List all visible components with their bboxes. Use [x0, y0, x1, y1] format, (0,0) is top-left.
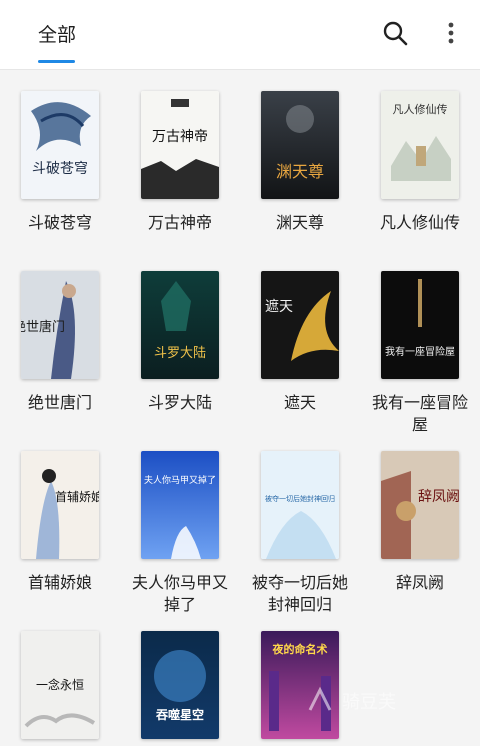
book-cover[interactable]: 被夺一切后她封神回归: [261, 451, 339, 559]
book-title[interactable]: 夫人你马甲又掉了: [120, 572, 240, 616]
cover-title: 绝世唐门: [21, 319, 65, 335]
book-item[interactable]: 凡人修仙传 凡人修仙传: [360, 91, 480, 234]
cover-title: 辞凤阙: [418, 489, 459, 505]
book-title[interactable]: 遮天: [240, 392, 360, 414]
cover-title: 一念永恒: [36, 677, 84, 692]
book-item[interactable]: 斗破苍穹 斗破苍穹: [0, 91, 120, 234]
book-cover[interactable]: 吞噬星空: [141, 631, 219, 739]
cover-title: 斗破苍穹: [32, 161, 88, 177]
more-vertical-icon: [448, 22, 454, 44]
book-cover[interactable]: 斗罗大陆: [141, 271, 219, 379]
more-options-button[interactable]: [434, 16, 468, 50]
book-cover[interactable]: 我有一座冒险屋: [381, 271, 459, 379]
book-item[interactable]: 渊天尊 渊天尊: [240, 91, 360, 234]
book-title[interactable]: 万古神帝: [120, 212, 240, 234]
book-cover[interactable]: 斗破苍穹: [21, 91, 99, 199]
book-title[interactable]: 辞凤阙: [360, 572, 480, 594]
book-cover[interactable]: 首辅娇娘: [21, 451, 99, 559]
book-item[interactable]: 辞凤阙 辞凤阙: [360, 451, 480, 594]
book-cover[interactable]: 辞凤阙: [381, 451, 459, 559]
book-item[interactable]: 夫人你马甲又掉了 夫人你马甲又掉了: [120, 451, 240, 616]
book-title[interactable]: 斗罗大陆: [120, 392, 240, 414]
tab-indicator: [38, 60, 75, 63]
book-title[interactable]: 凡人修仙传: [360, 212, 480, 234]
book-cover[interactable]: 遮天: [261, 271, 339, 379]
book-title[interactable]: 斗破苍穹: [0, 212, 120, 234]
book-item[interactable]: 斗罗大陆 斗罗大陆: [120, 271, 240, 414]
cover-title: 首辅娇娘: [55, 489, 99, 504]
book-item[interactable]: 被夺一切后她封神回归 被夺一切后她封神回归: [240, 451, 360, 616]
watermark-text: 骑豆芙: [342, 692, 396, 713]
book-title[interactable]: 首辅娇娘: [0, 572, 120, 594]
book-cover[interactable]: 渊天尊: [261, 91, 339, 199]
watermark: 骑豆芙: [300, 680, 460, 720]
book-item[interactable]: 绝世唐门 绝世唐门: [0, 271, 120, 414]
cover-title: 被夺一切后她封神回归: [265, 494, 335, 503]
book-cover[interactable]: 凡人修仙传: [381, 91, 459, 199]
book-cover[interactable]: 万古神帝: [141, 91, 219, 199]
book-item[interactable]: 首辅娇娘 首辅娇娘: [0, 451, 120, 594]
cover-title: 吞噬星空: [156, 707, 204, 722]
cover-title: 我有一座冒险屋: [385, 345, 455, 358]
book-item[interactable]: 遮天 遮天: [240, 271, 360, 414]
book-title[interactable]: 我有一座冒险屋: [360, 392, 480, 436]
book-item[interactable]: 我有一座冒险屋 我有一座冒险屋: [360, 271, 480, 436]
cover-title: 渊天尊: [276, 162, 324, 181]
cover-title: 夜的命名术: [272, 642, 328, 656]
book-cover[interactable]: 一念永恒: [21, 631, 99, 739]
book-item[interactable]: 吞噬星空: [120, 631, 240, 739]
book-cover[interactable]: 夫人你马甲又掉了: [141, 451, 219, 559]
book-cover[interactable]: 绝世唐门: [21, 271, 99, 379]
book-title[interactable]: 被夺一切后她封神回归: [240, 572, 360, 616]
book-item[interactable]: 一念永恒: [0, 631, 120, 739]
search-button[interactable]: [378, 16, 412, 50]
tab-all[interactable]: 全部: [38, 20, 76, 47]
cover-title: 夫人你马甲又掉了: [144, 474, 216, 486]
cover-title: 凡人修仙传: [393, 102, 448, 116]
top-app-bar: 全部: [0, 0, 480, 70]
book-item[interactable]: 万古神帝 万古神帝: [120, 91, 240, 234]
cover-title: 遮天: [265, 299, 293, 315]
book-title[interactable]: 绝世唐门: [0, 392, 120, 414]
cover-title: 万古神帝: [152, 129, 208, 145]
cover-title: 斗罗大陆: [154, 345, 206, 361]
book-title[interactable]: 渊天尊: [240, 212, 360, 234]
search-icon: [383, 21, 408, 46]
